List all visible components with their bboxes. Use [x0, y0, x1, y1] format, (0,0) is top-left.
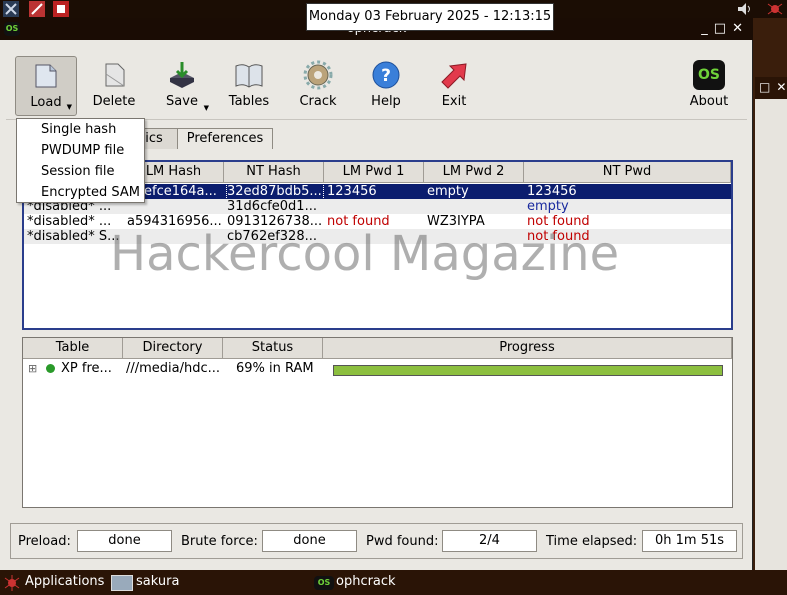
applications-menu-icon[interactable]	[3, 574, 21, 592]
dropdown-arrow-icon: ▼	[66, 103, 72, 111]
volume-icon[interactable]	[736, 0, 754, 18]
nt-pwd-cell: empty	[527, 199, 569, 214]
rainbow-tables-panel[interactable]: Table Directory Status Progress ⊞ XP fre…	[22, 337, 733, 508]
help-icon: ?	[372, 61, 400, 89]
tables-button[interactable]: Tables	[218, 56, 280, 116]
col-progress-header[interactable]: Progress	[323, 338, 732, 359]
crack-button[interactable]: Crack	[287, 56, 349, 116]
brute-force-label: Brute force:	[181, 534, 258, 549]
pwd-found-value: 2/4	[442, 530, 537, 552]
menu-item-pwdump-file[interactable]: PWDUMP file	[17, 140, 144, 161]
col-status-header[interactable]: Status	[223, 338, 323, 359]
col-lm-pwd1-header[interactable]: LM Pwd 1	[324, 162, 424, 183]
minimize-button[interactable]: _	[701, 21, 714, 36]
status-cell: 69% in RAM	[236, 361, 314, 376]
x-close-icon[interactable]	[2, 0, 20, 18]
close-button[interactable]: ✕	[732, 21, 749, 36]
background-window-titlebar[interactable]: □✕	[755, 77, 787, 99]
menu-item-single-hash[interactable]: Single hash	[17, 119, 144, 140]
menu-item-session-file[interactable]: Session file	[17, 161, 144, 182]
load-button[interactable]: Load ▼	[15, 56, 77, 116]
background-window[interactable]: □✕	[755, 77, 787, 570]
spider-icon[interactable]	[766, 0, 784, 18]
close-button[interactable]: ✕	[776, 80, 787, 94]
progress-fill	[334, 366, 722, 375]
nt-pwd-cell: 123456	[527, 184, 577, 199]
menu-item-encrypted-sam[interactable]: Encrypted SAM	[17, 182, 144, 203]
col-nt-hash-header[interactable]: NT Hash	[224, 162, 324, 183]
brute-force-value: done	[262, 530, 357, 552]
status-bar: Preload: done Brute force: done Pwd foun…	[10, 523, 743, 559]
workspace-icon	[111, 575, 133, 591]
taskbar: Applications sakura OS ophcrack	[0, 570, 787, 595]
folder-open-icon	[35, 64, 57, 88]
workspace-label[interactable]: sakura	[136, 574, 179, 589]
pwd-found-label: Pwd found:	[366, 534, 439, 549]
dropdown-arrow-icon: ▼	[203, 104, 209, 112]
tables-book-icon	[235, 64, 263, 88]
col-nt-pwd-header[interactable]: NT Pwd	[524, 162, 731, 183]
nt-hash-cell: 32ed87bdb5...	[226, 183, 324, 200]
time-elapsed-value: 0h 1m 51s	[642, 530, 737, 552]
lm-hash-cell: efce164a...	[144, 184, 217, 199]
col-directory-header[interactable]: Directory	[123, 338, 223, 359]
svg-text:?: ?	[381, 66, 391, 86]
table-name-cell: XP fre...	[61, 361, 112, 376]
lm-pwd1-cell: 123456	[327, 184, 377, 199]
user-cell: *disabled* ...	[27, 214, 112, 229]
toolbar: Load▼ Delete Save▼ Tables Crack ? Help	[6, 42, 747, 120]
lm-pwd2-cell: empty	[427, 184, 469, 199]
save-icon	[170, 62, 194, 88]
expand-icon[interactable]: ⊞	[28, 361, 40, 376]
window-controls[interactable]: _□✕	[701, 21, 749, 36]
load-menu: Single hash PWDUMP file Session file Enc…	[16, 118, 145, 203]
exit-button[interactable]: Exit	[423, 56, 485, 116]
ophcrack-task[interactable]: ophcrack	[336, 574, 396, 589]
record-icon[interactable]	[52, 0, 70, 18]
ophcrack-task-icon: OS	[314, 576, 334, 590]
time-elapsed-label: Time elapsed:	[546, 534, 638, 549]
os-logo-icon: OS	[693, 60, 725, 90]
directory-cell: ///media/hdc...	[126, 361, 221, 376]
tab-preferences[interactable]: Preferences	[177, 128, 273, 149]
status-dot-icon	[46, 364, 55, 373]
maximize-button[interactable]: □	[714, 21, 732, 36]
background-window-body	[755, 99, 787, 570]
nt-hash-cell: 31d6cfe0d1...	[227, 199, 317, 214]
save-button[interactable]: Save ▼	[151, 56, 213, 116]
col-lm-pwd2-header[interactable]: LM Pwd 2	[424, 162, 524, 183]
preload-value: done	[77, 530, 172, 552]
desktop: Monday 03 February 2025 - 12:13:15 OS op…	[0, 0, 787, 595]
delete-button[interactable]: Delete	[83, 56, 145, 116]
table-progress-bar	[333, 365, 723, 376]
delete-icon	[105, 63, 125, 87]
user-cell: *disabled* S...	[27, 229, 120, 244]
col-table-header[interactable]: Table	[23, 338, 123, 359]
help-button[interactable]: ? Help	[355, 56, 417, 116]
tools-icon[interactable]	[28, 0, 46, 18]
gear-icon	[303, 60, 333, 90]
maximize-button[interactable]: □	[759, 80, 776, 94]
applications-menu[interactable]: Applications	[25, 574, 104, 589]
preload-label: Preload:	[18, 534, 71, 549]
clock-tooltip: Monday 03 February 2025 - 12:13:15	[306, 3, 554, 31]
exit-arrow-icon	[441, 63, 467, 89]
watermark: Hackercool Magazine	[110, 226, 620, 282]
about-button[interactable]: OS About	[678, 56, 740, 116]
